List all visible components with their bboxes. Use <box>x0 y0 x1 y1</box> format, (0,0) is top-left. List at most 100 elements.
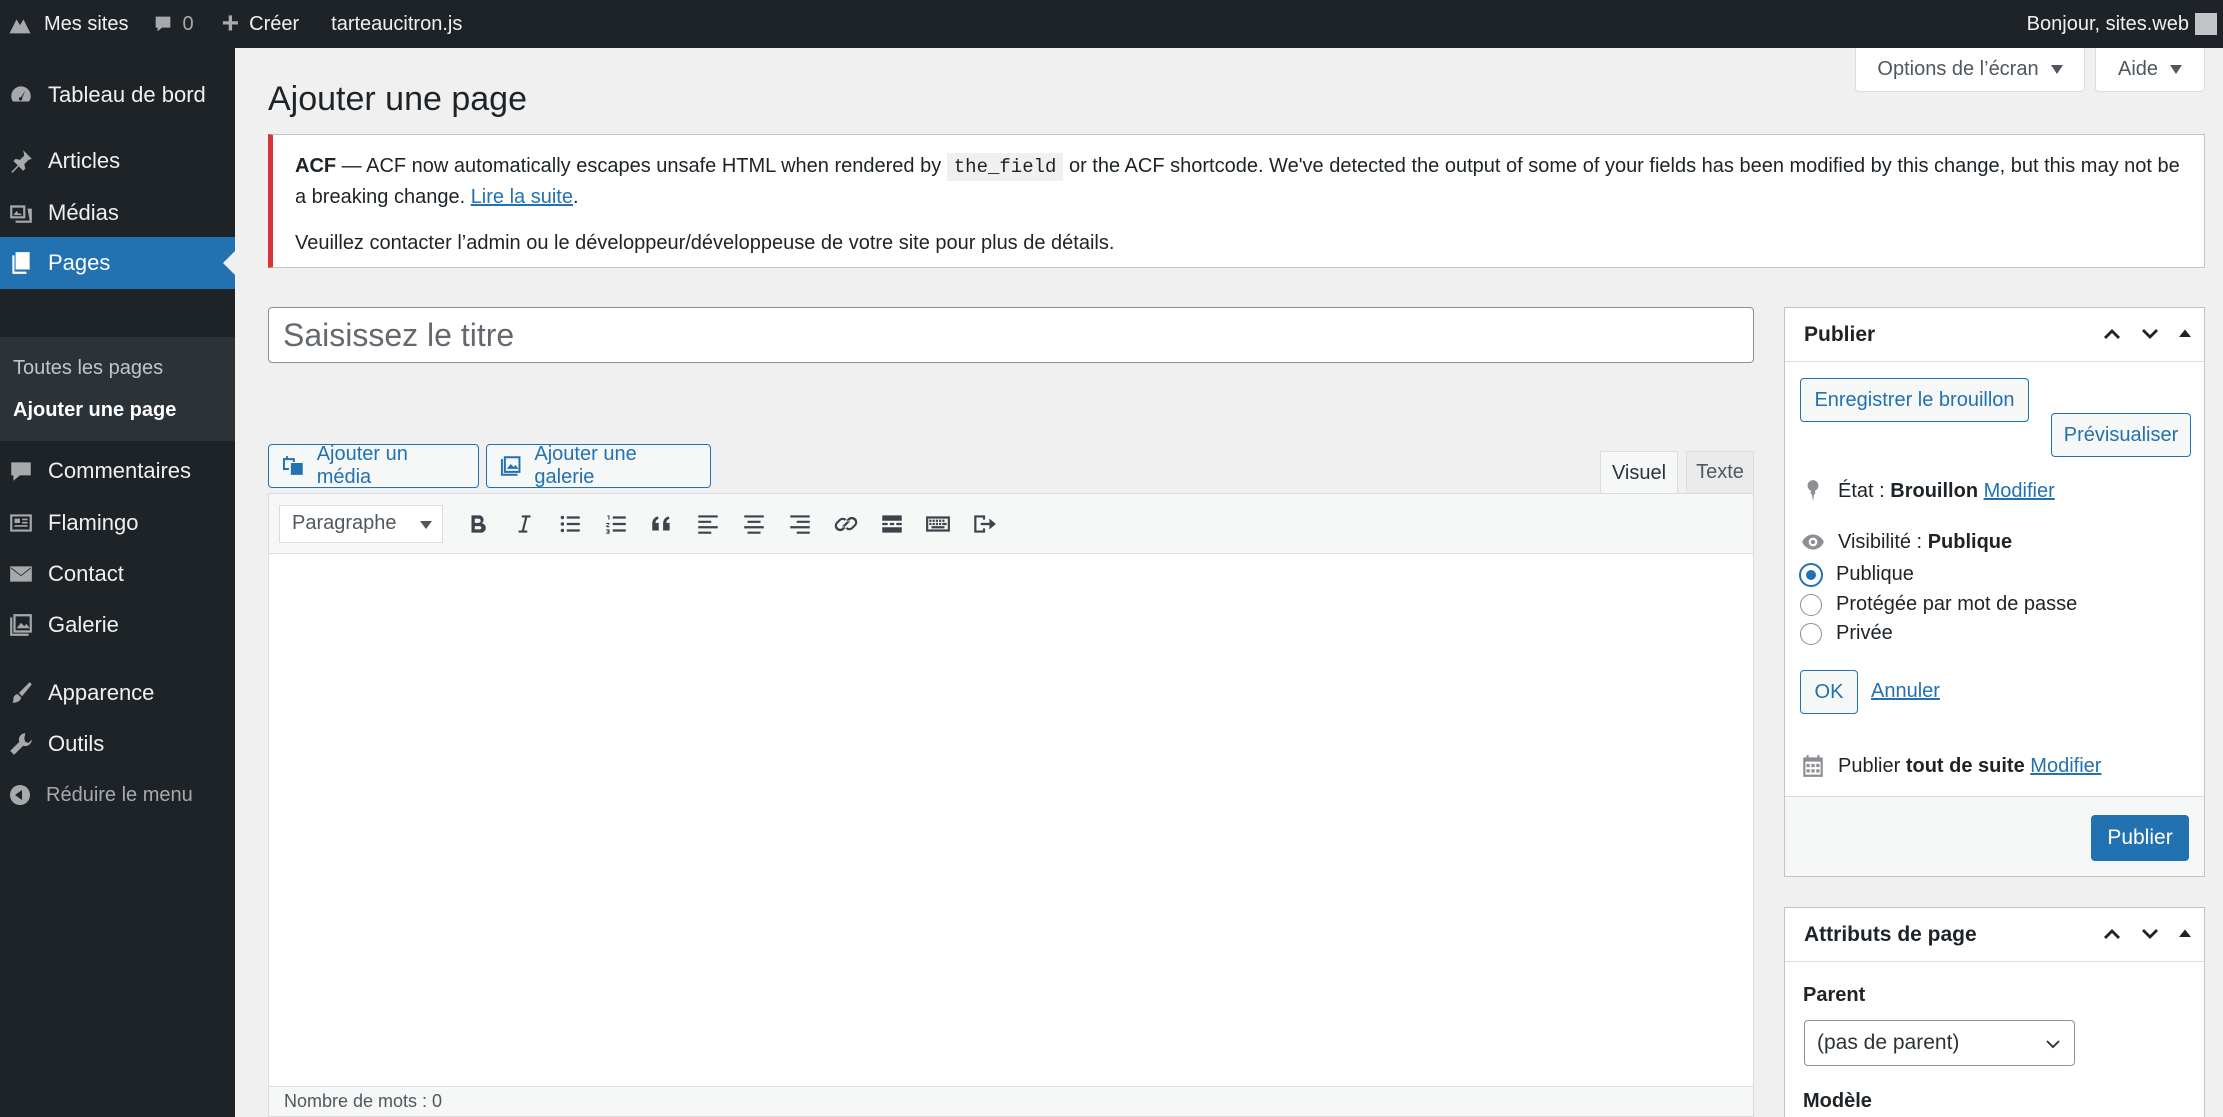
distraction-free-button[interactable] <box>961 504 1007 544</box>
align-left-button[interactable] <box>685 504 731 544</box>
screen-options-button[interactable]: Options de l’écran <box>1855 48 2085 92</box>
numbered-list-icon <box>606 514 626 534</box>
collapse-menu-button[interactable]: Réduire le menu <box>0 769 235 821</box>
publish-when: tout de suite <box>1905 754 2025 777</box>
sidebar-item-media[interactable]: Médias <box>0 187 235 239</box>
add-media-label: Ajouter un média <box>316 443 408 488</box>
chevron-up-icon[interactable] <box>2100 922 2124 946</box>
plus-icon: + <box>221 7 240 40</box>
edit-status-link[interactable]: Modifier <box>1984 480 2055 503</box>
my-sites-menu[interactable]: Mes sites <box>0 0 128 48</box>
sidebar-item-gallery[interactable]: Galerie <box>0 599 235 651</box>
help-label: Aide <box>2117 58 2159 80</box>
format-select-value: Paragraphe <box>292 512 397 534</box>
parent-select[interactable]: (pas de parent) <box>1804 1020 2075 1066</box>
account-menu[interactable]: Bonjour, sites.web <box>2027 0 2223 48</box>
pages-submenu: Toutes les pages Ajouter une page <box>0 337 235 441</box>
numbered-list-button[interactable] <box>593 504 639 544</box>
sidebar-item-label: Pages <box>48 250 111 275</box>
align-right-button[interactable] <box>777 504 823 544</box>
gallery-icon <box>10 614 32 636</box>
publish-box-title: Publier <box>1804 322 1876 346</box>
new-content-menu[interactable]: + Créer <box>222 0 300 48</box>
dashboard-icon <box>11 86 31 102</box>
add-media-icon <box>282 456 303 475</box>
publish-label: Publier <box>1838 754 1901 777</box>
read-more-tag-button[interactable] <box>869 504 915 544</box>
my-sites-icon <box>9 19 31 34</box>
preview-label: Prévisualiser <box>2063 423 2179 446</box>
save-draft-button[interactable]: Enregistrer le brouillon <box>1800 378 2029 422</box>
keyboard-icon <box>926 515 950 532</box>
content-editor[interactable]: Paragraphe Nombre de mots : 0 <box>268 493 1754 1117</box>
chevron-down-icon[interactable] <box>2138 922 2162 946</box>
sidebar-item-appearance[interactable]: Apparence <box>0 667 235 719</box>
admin-sidebar: Tableau de bord Articles Médias Pages To… <box>0 48 235 1117</box>
help-button[interactable]: Aide <box>2095 48 2205 92</box>
bullet-list-button[interactable] <box>547 504 593 544</box>
sidebar-item-pages[interactable]: Pages <box>0 237 235 289</box>
bold-icon <box>471 514 486 533</box>
sidebar-item-tools[interactable]: Outils <box>0 718 235 770</box>
sidebar-item-dashboard[interactable]: Tableau de bord <box>0 69 235 121</box>
submenu-all-pages[interactable]: Toutes les pages <box>13 357 163 380</box>
add-gallery-button[interactable]: Ajouter une galerie <box>486 443 711 488</box>
tab-visual[interactable]: Visuel <box>1600 451 1678 494</box>
calendar-icon <box>1803 755 1823 777</box>
chevron-down-icon <box>2046 1040 2060 1049</box>
italic-button[interactable] <box>501 504 547 544</box>
word-count: Nombre de mots : 0 <box>269 1086 1753 1116</box>
visibility-row: Visibilité : Publique <box>1800 529 2012 555</box>
visibility-ok-button[interactable]: OK <box>1800 670 1858 714</box>
radio-private[interactable] <box>1800 622 1822 645</box>
comment-bubble-icon <box>156 16 171 32</box>
sidebar-item-articles[interactable]: Articles <box>0 135 235 187</box>
quote-icon <box>652 515 670 530</box>
insert-link-button[interactable] <box>823 504 869 544</box>
pages-icon <box>12 252 30 274</box>
pin-icon <box>1807 480 1819 502</box>
sidebar-item-comments[interactable]: Commentaires <box>0 445 235 497</box>
visibility-cancel-link[interactable]: Annuler <box>1871 680 1940 703</box>
format-select[interactable]: Paragraphe <box>279 504 443 543</box>
submenu-add-page[interactable]: Ajouter une page <box>13 399 176 422</box>
tab-text[interactable]: Texte <box>1686 451 1754 493</box>
read-more-link[interactable]: Lire la suite <box>471 186 573 208</box>
wrench-icon <box>10 733 32 755</box>
sidebar-item-contact[interactable]: Contact <box>0 548 235 600</box>
visibility-option-public[interactable]: Publique <box>1800 563 1914 586</box>
publish-button[interactable]: Publier <box>2091 815 2189 861</box>
sidebar-item-label: Apparence <box>48 680 155 705</box>
radio-public[interactable] <box>1800 563 1822 586</box>
site-name-link[interactable]: tarteaucitron.js <box>331 0 462 48</box>
comments-menu[interactable]: 0 <box>152 0 194 48</box>
edit-date-link[interactable]: Modifier <box>2030 755 2101 778</box>
bold-button[interactable] <box>455 504 501 544</box>
toggle-panel-icon[interactable] <box>2176 925 2194 943</box>
avatar <box>2195 13 2217 35</box>
notice-second-line: Veuillez contacter l’admin ou le dévelop… <box>295 232 1115 254</box>
chevron-up-icon[interactable] <box>2100 322 2124 346</box>
sidebar-item-label: Outils <box>48 731 105 756</box>
collapse-arrow-icon <box>10 785 30 805</box>
radio-label: Privée <box>1836 622 1893 644</box>
page-attributes-header: Attributs de page <box>1785 908 2204 962</box>
preview-button[interactable]: Prévisualiser <box>2051 413 2191 457</box>
add-media-button[interactable]: Ajouter un média <box>268 443 479 488</box>
title-input[interactable]: Saisissez le titre <box>268 307 1754 363</box>
chevron-down-icon[interactable] <box>2138 322 2162 346</box>
radio-password[interactable] <box>1800 593 1822 616</box>
visibility-option-private[interactable]: Privée <box>1800 622 1893 645</box>
publish-button-label: Publier <box>2107 826 2173 849</box>
publish-date-row: Publier tout de suite Modifier <box>1800 753 2101 779</box>
exit-icon <box>974 514 996 533</box>
toggle-panel-icon[interactable] <box>2176 325 2194 343</box>
toolbar-toggle-button[interactable] <box>915 504 961 544</box>
sidebar-item-flamingo[interactable]: Flamingo <box>0 497 235 549</box>
align-center-button[interactable] <box>731 504 777 544</box>
link-icon <box>834 516 858 531</box>
visibility-option-password[interactable]: Protégée par mot de passe <box>1800 593 2077 616</box>
chevron-down-icon <box>420 520 432 529</box>
new-content-label: Créer <box>249 12 300 35</box>
blockquote-button[interactable] <box>639 504 685 544</box>
